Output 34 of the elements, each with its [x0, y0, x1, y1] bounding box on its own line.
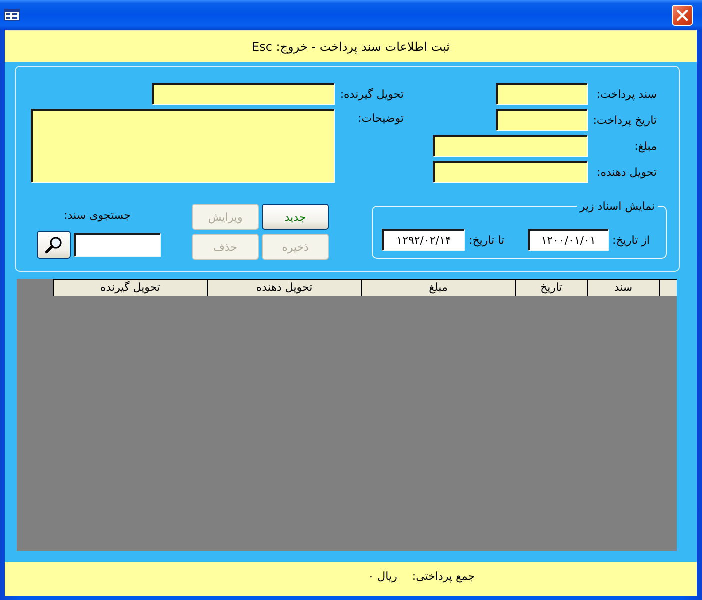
- search-label: جستجوی سند:: [64, 209, 132, 222]
- form-icon[interactable]: [4, 9, 20, 21]
- close-icon: [677, 10, 688, 20]
- input-field[interactable]: [496, 83, 588, 105]
- search-button[interactable]: [37, 231, 71, 259]
- input-field[interactable]: [433, 135, 588, 157]
- column-header[interactable]: سند: [587, 279, 659, 296]
- field-label: سند پرداخت:: [596, 88, 657, 100]
- column-header: [659, 279, 677, 296]
- search-icon: [45, 236, 63, 254]
- search-field[interactable]: [74, 233, 161, 257]
- action-button[interactable]: جدید: [262, 204, 329, 230]
- total-value: ریال ۰: [368, 570, 398, 583]
- form-title: ثبت اطلاعات سند پرداخت - خروج: Esc: [252, 40, 450, 54]
- input-field[interactable]: [496, 109, 588, 131]
- date-field[interactable]: ۱۲۹۲/۰۲/۱۴: [382, 229, 465, 251]
- input-field[interactable]: [433, 161, 588, 183]
- field-label: تحویل گیرنده:: [340, 88, 404, 100]
- column-header[interactable]: مبلغ: [361, 279, 515, 296]
- text-area[interactable]: [31, 109, 335, 183]
- total-label: جمع پرداختی:: [412, 570, 475, 583]
- field-label: مبلغ:: [634, 140, 657, 152]
- field-label: تحویل دهنده:: [597, 166, 657, 178]
- column-header[interactable]: تاریخ: [515, 279, 587, 296]
- field-label: توضیحات:: [358, 111, 404, 125]
- column-header[interactable]: تحویل گیرنده: [53, 279, 207, 296]
- group-title: نمایش اسناد زیر: [578, 200, 656, 213]
- close-button[interactable]: [672, 4, 693, 26]
- field-label: تاریخ پرداخت:: [593, 114, 657, 126]
- input-field[interactable]: [152, 83, 335, 105]
- column-header[interactable]: تحویل دهنده: [207, 279, 361, 296]
- date-field[interactable]: ۱۲۰۰/۰۱/۰۱: [528, 229, 609, 251]
- date-label: تا تاریخ:: [469, 234, 505, 246]
- date-label: از تاریخ:: [612, 234, 650, 246]
